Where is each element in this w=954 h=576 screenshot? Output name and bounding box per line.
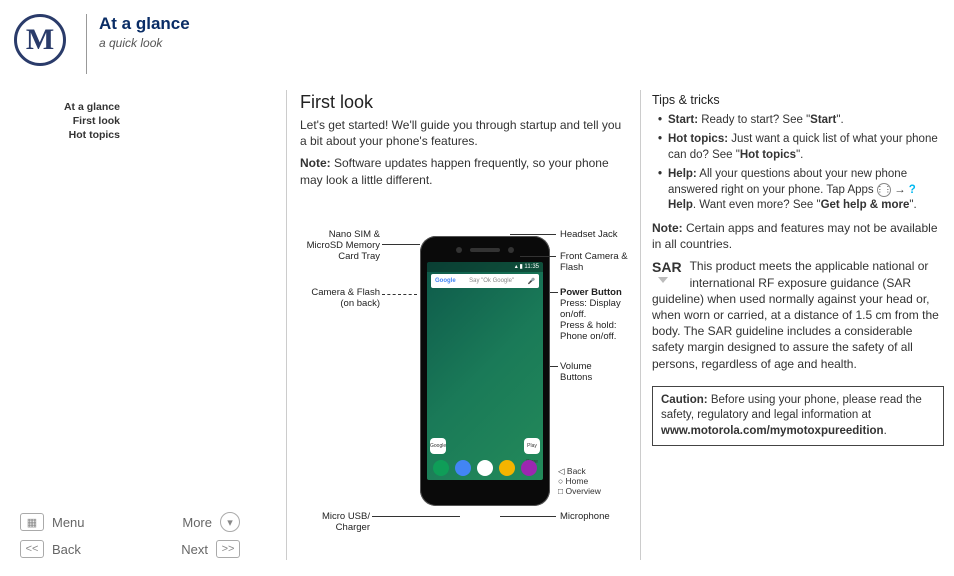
phone-front-camera	[508, 247, 514, 253]
more-label: More	[182, 515, 212, 530]
page-subtitle: a quick look	[99, 36, 190, 50]
label-microphone: Microphone	[560, 512, 610, 523]
back-icon: <<	[20, 540, 44, 558]
phone-diagram: ▴ ▮ 11:35 Google Say "Ok Google" 🎤 Googl…	[300, 236, 630, 546]
caution-url: www.motorola.com/mymotoxpureedition	[661, 425, 884, 437]
phone-dock	[430, 460, 540, 476]
menu-label: Menu	[52, 515, 85, 530]
nav-first-look[interactable]: First look	[28, 114, 120, 128]
menu-button[interactable]: ▦ Menu	[20, 513, 130, 531]
more-button[interactable]: More ▾	[130, 512, 240, 532]
phone-app-apps	[477, 460, 493, 476]
sar-paragraph: SAR This product meets the applicable na…	[652, 258, 944, 371]
column-divider-2	[640, 90, 641, 560]
column-divider-1	[286, 90, 287, 560]
phone-search-bar: Google Say "Ok Google" 🎤	[431, 274, 539, 288]
phone-statusbar: ▴ ▮ 11:35	[427, 262, 543, 272]
apps-icon: ⋮⋮	[877, 183, 891, 197]
nav-hot-topics[interactable]: Hot topics	[28, 128, 120, 142]
chevron-down-icon: ▾	[220, 512, 240, 532]
phone-front-flash	[456, 247, 462, 253]
phone-app-messages	[455, 460, 471, 476]
tip-hot-topics: Hot topics: Just want a quick list of wh…	[656, 132, 944, 163]
caution-box: Caution: Before using your phone, please…	[652, 386, 944, 447]
motorola-logo: M	[14, 14, 66, 66]
phone-dock-row-labels: Google Play Store	[430, 438, 540, 454]
phone-app-chrome	[499, 460, 515, 476]
nav-at-a-glance[interactable]: At a glance	[20, 100, 120, 114]
first-look-note: Note: Software updates happen frequently…	[300, 155, 630, 187]
tip-start: Start: Ready to start? See "Start".	[656, 113, 944, 129]
first-look-heading: First look	[300, 92, 630, 113]
first-look-intro: Let's get started! We'll guide you throu…	[300, 117, 630, 149]
tip-help: Help: All your questions about your new …	[656, 167, 944, 214]
phone-speaker	[470, 248, 500, 252]
tips-heading: Tips & tricks	[652, 92, 944, 109]
tips-note: Note: Certain apps and features may not …	[652, 220, 944, 252]
motorola-logo-glyph: M	[26, 23, 54, 57]
next-button[interactable]: Next >>	[130, 540, 240, 558]
label-headset-jack: Headset Jack	[560, 230, 618, 241]
phone-app-phone	[433, 460, 449, 476]
back-label: Back	[52, 542, 81, 557]
next-icon: >>	[216, 540, 240, 558]
sar-badge: SAR	[652, 258, 682, 283]
next-label: Next	[181, 542, 208, 557]
section-nav: At a glance First look Hot topics	[20, 100, 120, 143]
back-button[interactable]: << Back	[20, 540, 130, 558]
help-icon: ?	[909, 183, 919, 197]
label-front-camera: Front Camera & Flash	[560, 252, 630, 274]
label-usb: Micro USB/ Charger	[290, 512, 370, 534]
header-divider	[86, 14, 87, 74]
page-title: At a glance	[99, 14, 190, 34]
phone-app-camera	[521, 460, 537, 476]
phone-body: ▴ ▮ 11:35 Google Say "Ok Google" 🎤 Googl…	[420, 236, 550, 506]
label-camera-flash: Camera & Flash(on back)	[300, 288, 380, 310]
label-sim-tray: Nano SIM & MicroSD Memory Card Tray	[300, 230, 380, 263]
label-volume-buttons: Volume Buttons	[560, 362, 620, 384]
label-nav-keys: ◁ Back ○ Home □ Overview	[558, 466, 601, 497]
label-power-button: Power Button Press: Display on/off. Pres…	[560, 288, 632, 343]
menu-icon: ▦	[20, 513, 44, 531]
